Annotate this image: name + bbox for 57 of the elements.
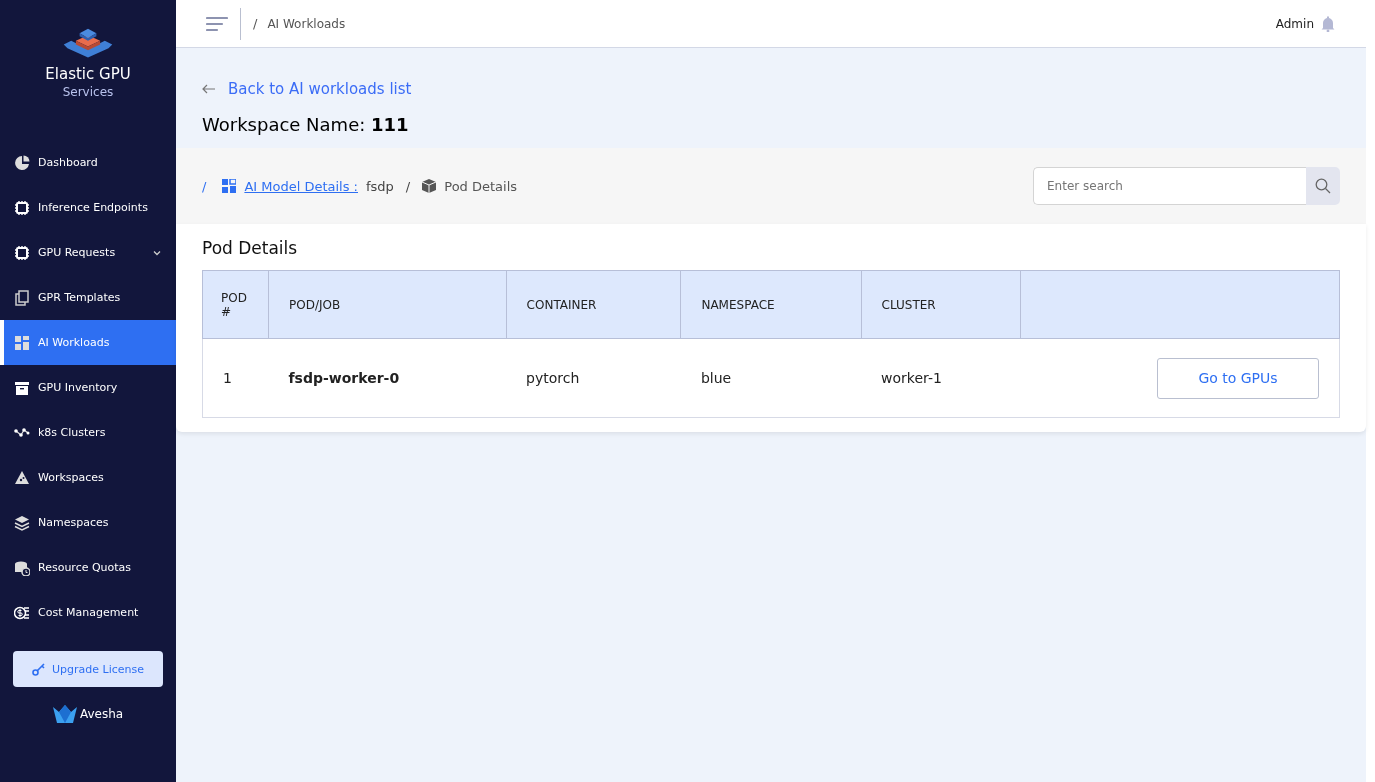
sidebar-item[interactable]: Dashboard (0, 140, 176, 185)
grid-icon (222, 179, 237, 193)
go-button[interactable]: Go to GPUs (1157, 357, 1319, 399)
table-cell: fsdp-worker-0 (268, 338, 507, 418)
triangle-icon (14, 469, 30, 486)
column-header: POD # (202, 270, 269, 339)
sidebar-item[interactable]: Workspaces (0, 455, 176, 500)
sidebar-item[interactable]: Resource Quotas (0, 545, 176, 590)
column-header: CLUSTER (861, 270, 1021, 339)
sidebar-item[interactable]: k8s Clusters (0, 410, 176, 455)
brand-title: Elastic GPU (45, 65, 131, 84)
table-cell: pytorch (506, 338, 681, 418)
layers-icon (14, 514, 30, 531)
sidebar-item[interactable]: GPU Inventory (0, 365, 176, 410)
footer-logo-text: Avesha (79, 707, 124, 721)
breadcrumb-separator: / (202, 178, 207, 194)
search-button[interactable] (1306, 167, 1340, 205)
breadcrumb-separator: / (253, 16, 258, 31)
column-header: CONTAINER (506, 270, 681, 339)
sidebar-item[interactable]: AI Workloads (0, 320, 176, 365)
column-header: NAMESPACE (680, 270, 862, 339)
column-header: POD/JOB (268, 270, 507, 339)
grid-icon (14, 334, 30, 351)
upgrade-button[interactable]: Upgrade License (13, 651, 163, 687)
coins-clock-icon (14, 559, 30, 576)
table-cell: 1 (202, 338, 269, 418)
chip-icon (14, 199, 30, 216)
table-cell: worker-1 (861, 338, 1021, 418)
key-icon (32, 662, 46, 676)
archive-icon (14, 379, 30, 396)
table-cell: blue (680, 338, 862, 418)
breadcrumb-link[interactable]: AI Model Details : (244, 178, 358, 194)
sidebar-item[interactable]: Cost Management (0, 590, 176, 635)
pie-chart-icon (14, 154, 30, 171)
user-name: Admin (1275, 16, 1314, 31)
copy-icon (14, 289, 30, 306)
back-arrow-icon (202, 84, 216, 94)
cube-icon (422, 179, 437, 193)
chip-icon (14, 244, 30, 261)
breadcrumb-separator: / (405, 178, 411, 194)
coins-icon (14, 604, 30, 621)
search-icon (1315, 178, 1331, 194)
sidebar-item[interactable]: Inference Endpoints (0, 185, 176, 230)
back-link[interactable]: Back to AI workloads list (228, 80, 412, 98)
search-field[interactable]: Enter search (1033, 167, 1306, 205)
bell-icon[interactable] (1320, 15, 1336, 32)
sidebar-item[interactable]: Namespaces (0, 500, 176, 545)
sidebar-item[interactable]: GPR Templates (0, 275, 176, 320)
crown-icon (52, 705, 77, 723)
sidebar-item[interactable]: GPU Requests (0, 230, 176, 275)
section-title: Pod Details (202, 238, 299, 258)
brand-subtitle: Services (62, 85, 114, 100)
breadcrumb-current: Pod Details (444, 178, 518, 194)
menu-icon[interactable] (206, 15, 228, 32)
workspace-title: Workspace Name: 111 (201, 113, 410, 137)
breadcrumb-item: fsdp (366, 178, 394, 194)
breadcrumb-item: AI Workloads (267, 16, 347, 31)
